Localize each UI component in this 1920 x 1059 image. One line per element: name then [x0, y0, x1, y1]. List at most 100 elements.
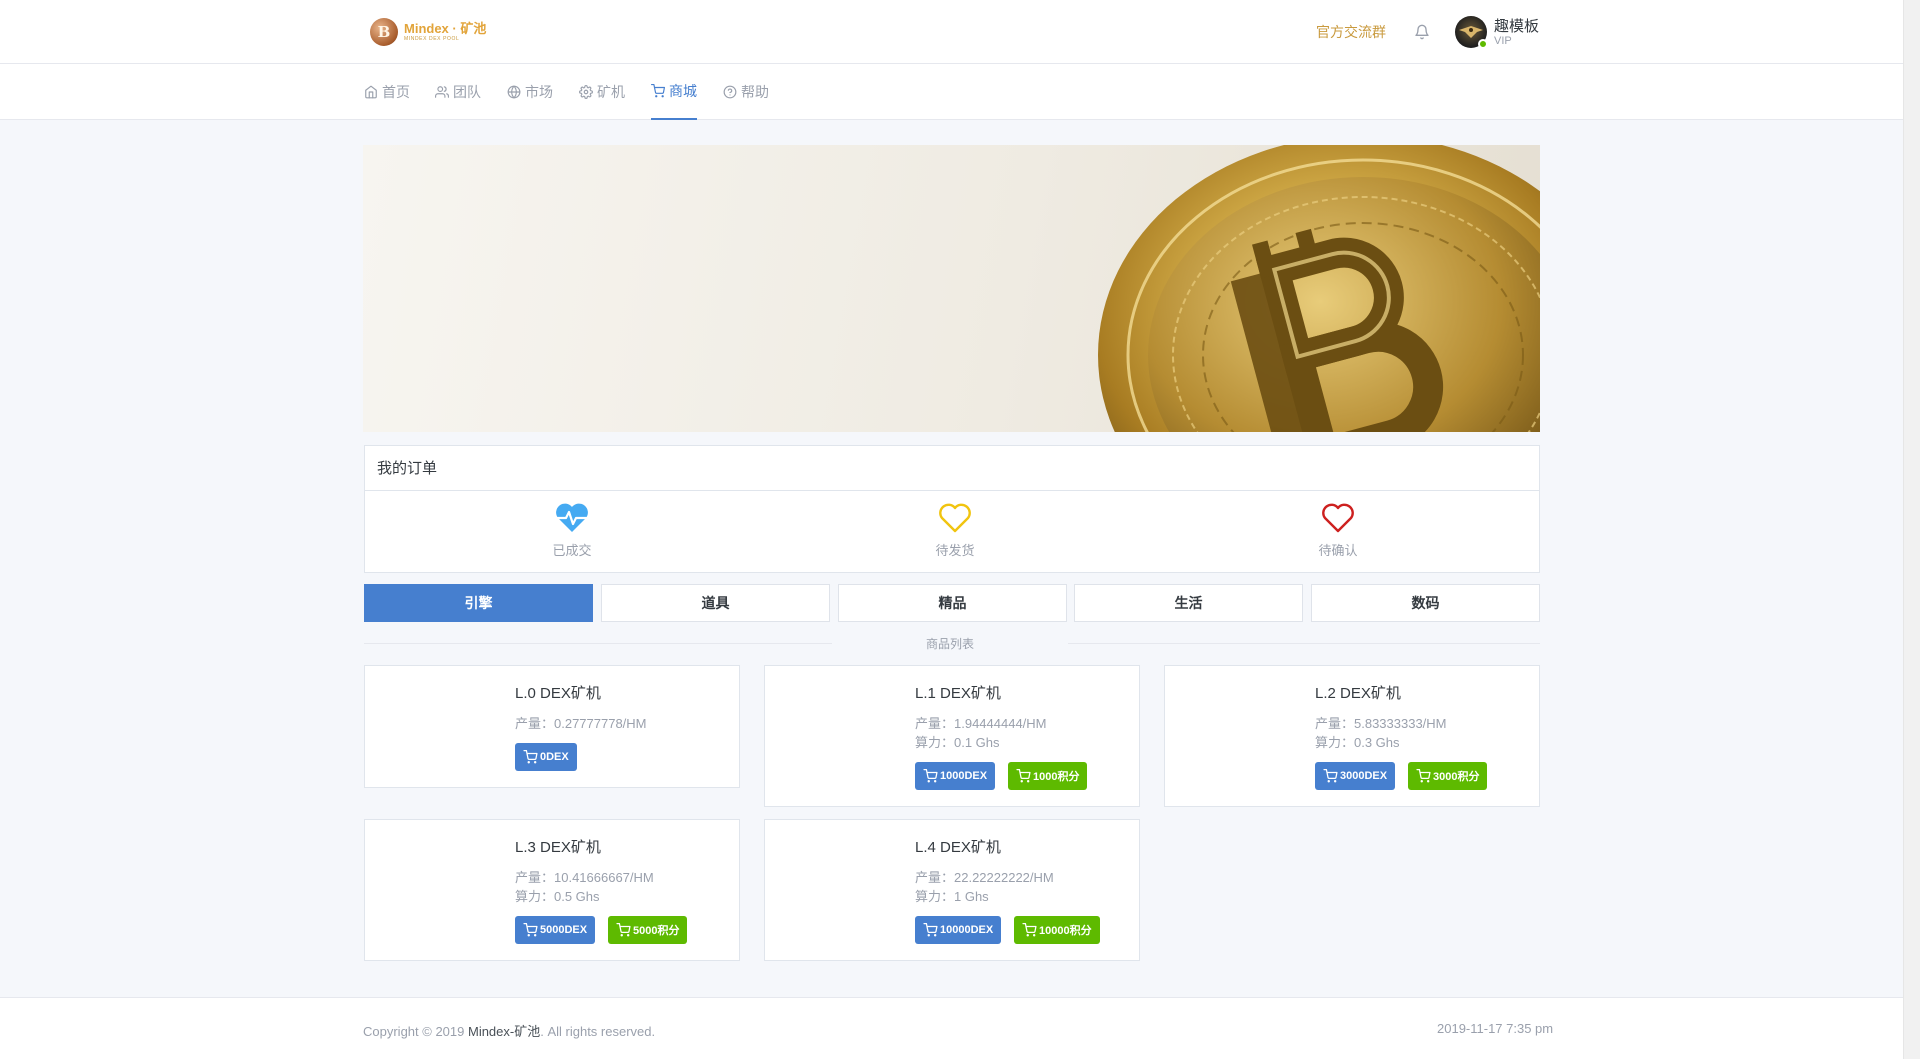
order-status-label: 待确认 — [1318, 543, 1358, 558]
nav-label: 矿机 — [597, 84, 625, 100]
logo[interactable]: B Mindex · 矿池 MINDEX DEX POOL — [370, 18, 486, 46]
product-name: L.0 DEX矿机 — [515, 685, 601, 702]
product-card: L.1 DEX矿机 产量：1.94444444/HM 算力：0.1 Ghs 10… — [764, 665, 1140, 807]
order-status-label: 已成交 — [552, 543, 592, 558]
cart-icon — [651, 84, 665, 98]
footer: Copyright © 2019 Mindex-矿池. All rights r… — [0, 997, 1903, 1059]
buy-with-points-button[interactable]: 5000积分 — [608, 916, 688, 944]
user-name[interactable]: 趣模板 — [1494, 15, 1539, 36]
cart-icon — [1016, 769, 1031, 783]
product-output: 产量：22.22222222/HM — [915, 870, 1054, 885]
cart-icon — [1022, 923, 1037, 937]
chip-icon — [579, 85, 593, 99]
avatar[interactable] — [1455, 16, 1488, 49]
tab-digital[interactable]: 数码 — [1311, 584, 1540, 622]
heart-pulse-icon — [556, 503, 588, 532]
product-output: 产量：1.94444444/HM — [915, 716, 1047, 731]
product-card: L.2 DEX矿机 产量：5.83333333/HM 算力：0.3 Ghs 30… — [1164, 665, 1540, 807]
buy-with-dex-button[interactable]: 0DEX — [515, 743, 577, 771]
buy-with-points-button[interactable]: 3000积分 — [1408, 762, 1488, 790]
divider-right — [1068, 643, 1540, 644]
nav-item-help[interactable]: 帮助 — [723, 64, 769, 120]
nav-item-market[interactable]: 市场 — [507, 64, 553, 120]
cart-icon — [923, 923, 938, 937]
product-name: L.3 DEX矿机 — [515, 839, 601, 856]
scrollbar[interactable] — [1903, 0, 1920, 1059]
tab-life[interactable]: 生活 — [1074, 584, 1303, 622]
nav-item-team[interactable]: 团队 — [435, 64, 481, 120]
buy-with-dex-button[interactable]: 10000DEX — [915, 916, 1002, 944]
brand-link[interactable]: Mindex-矿池 — [468, 1024, 540, 1039]
buy-with-dex-button[interactable]: 3000DEX — [1315, 762, 1396, 790]
cart-icon — [523, 923, 538, 937]
product-name: L.2 DEX矿机 — [1315, 685, 1401, 702]
product-power: 算力：0.5 Ghs — [515, 889, 600, 904]
logo-title: Mindex · 矿池 — [404, 21, 487, 36]
buy-with-dex-button[interactable]: 1000DEX — [915, 762, 996, 790]
copyright-prefix: Copyright © 2019 — [363, 1024, 468, 1039]
product-name: L.4 DEX矿机 — [915, 839, 1001, 856]
copyright: Copyright © 2019 Mindex-矿池. All rights r… — [363, 1021, 655, 1040]
cart-icon — [1416, 769, 1431, 783]
nav-item-miner[interactable]: 矿机 — [579, 64, 625, 120]
product-power: 算力：1 Ghs — [915, 889, 989, 904]
product-output: 产量：10.41666667/HM — [515, 870, 654, 885]
tab-premium[interactable]: 精品 — [838, 584, 1067, 622]
main-nav: 首页 团队 市场 矿机 商城 帮助 — [0, 64, 1903, 120]
top-header: B Mindex · 矿池 MINDEX DEX POOL 官方交流群 趣模板 … — [0, 0, 1903, 64]
logo-subtitle: MINDEX DEX POOL — [404, 36, 460, 42]
bitcoin-logo-icon: B — [370, 18, 398, 46]
nav-label: 首页 — [382, 84, 410, 100]
heart-outline-icon — [1322, 503, 1354, 533]
tab-engine[interactable]: 引擎 — [364, 584, 593, 622]
globe-icon — [507, 85, 521, 99]
button-label: 10000DEX — [940, 924, 994, 936]
home-icon — [365, 85, 377, 99]
divider-left — [364, 643, 832, 644]
nav-item-home[interactable]: 首页 — [364, 64, 410, 120]
nav-label: 团队 — [453, 84, 481, 100]
cart-icon — [1323, 769, 1338, 783]
heart-outline-icon — [939, 503, 971, 533]
product-power: 算力：0.1 Ghs — [915, 735, 1000, 750]
button-label: 1000积分 — [1033, 771, 1080, 783]
tab-props[interactable]: 道具 — [601, 584, 830, 622]
product-card: L.0 DEX矿机 产量：0.27777778/HM 0DEX — [364, 665, 740, 788]
button-label: 5000积分 — [633, 925, 680, 937]
copyright-suffix: . All rights reserved. — [540, 1024, 656, 1039]
buy-with-points-button[interactable]: 10000积分 — [1014, 916, 1100, 944]
cart-icon — [923, 769, 938, 783]
nav-label: 帮助 — [741, 84, 769, 100]
footer-date: 2019-11-17 7:35 pm — [1437, 1021, 1554, 1036]
bitcoin-coin-image — [1098, 145, 1540, 432]
official-group-link[interactable]: 官方交流群 — [1316, 22, 1386, 42]
cart-icon — [523, 750, 538, 764]
order-status-pending-confirm[interactable]: 待确认 — [1258, 502, 1418, 559]
page: B Mindex · 矿池 MINDEX DEX POOL 官方交流群 趣模板 … — [0, 0, 1903, 1059]
product-card: L.4 DEX矿机 产量：22.22222222/HM 算力：1 Ghs 100… — [764, 819, 1140, 961]
button-label: 5000DEX — [540, 924, 588, 936]
cart-icon — [616, 923, 631, 937]
nav-item-shop[interactable]: 商城 — [651, 64, 697, 120]
user-level: VIP — [1494, 35, 1512, 47]
order-status-completed[interactable]: 已成交 — [492, 502, 652, 559]
orders-title: 我的订单 — [365, 446, 1539, 491]
bitcoin-banner — [363, 145, 1540, 432]
product-card: L.3 DEX矿机 产量：10.41666667/HM 算力：0.5 Ghs 5… — [364, 819, 740, 961]
button-label: 10000积分 — [1039, 925, 1092, 937]
online-status-dot — [1478, 39, 1488, 49]
product-power: 算力：0.3 Ghs — [1315, 735, 1400, 750]
product-output: 产量：5.83333333/HM — [1315, 716, 1447, 731]
buy-with-points-button[interactable]: 1000积分 — [1008, 762, 1088, 790]
order-status-pending-shipment[interactable]: 待发货 — [875, 502, 1035, 559]
users-icon — [435, 86, 449, 98]
button-label: 3000DEX — [1340, 770, 1388, 782]
nav-label: 商城 — [669, 83, 697, 99]
button-label: 1000DEX — [940, 770, 988, 782]
product-list-title: 商品列表 — [925, 637, 974, 651]
product-name: L.1 DEX矿机 — [915, 685, 1001, 702]
button-label: 3000积分 — [1433, 771, 1480, 783]
my-orders-card: 我的订单 已成交 待发货 待确认 — [364, 445, 1540, 573]
buy-with-dex-button[interactable]: 5000DEX — [515, 916, 596, 944]
bell-icon[interactable] — [1414, 24, 1430, 40]
